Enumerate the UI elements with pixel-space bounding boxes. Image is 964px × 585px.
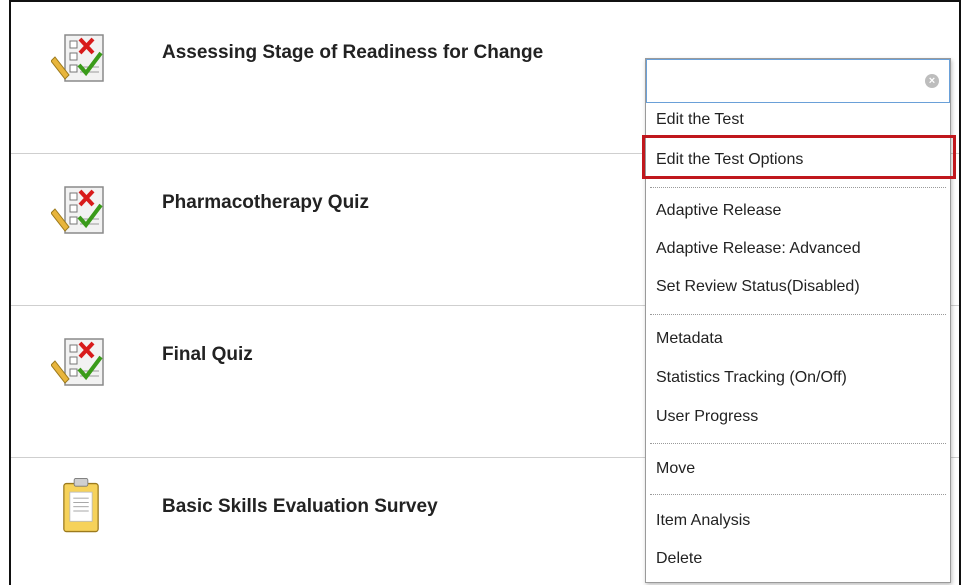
item-title[interactable]: Assessing Stage of Readiness for Change: [162, 42, 543, 64]
menu-search-input[interactable]: ×: [646, 59, 950, 103]
context-menu: × Edit the Test Edit the Test Options Ad…: [642, 58, 956, 583]
menu-divider: [650, 494, 946, 495]
menu-item-delete[interactable]: Delete: [646, 542, 950, 576]
menu-item-adaptive-release[interactable]: Adaptive Release: [646, 194, 950, 228]
menu-item-move[interactable]: Move: [646, 452, 950, 486]
item-title[interactable]: Basic Skills Evaluation Survey: [162, 496, 438, 518]
test-icon: [51, 186, 104, 234]
item-title[interactable]: Final Quiz: [162, 344, 253, 366]
test-icon: [51, 338, 104, 386]
item-title[interactable]: Pharmacotherapy Quiz: [162, 192, 369, 214]
menu-item-item-analysis[interactable]: Item Analysis: [646, 504, 950, 538]
menu-divider: [650, 314, 946, 315]
menu-divider: [650, 443, 946, 444]
clear-icon[interactable]: ×: [925, 74, 939, 88]
menu-item-user-progress[interactable]: User Progress: [646, 400, 950, 434]
highlight-box: [642, 135, 956, 179]
menu-item-edit-the-test[interactable]: Edit the Test: [646, 103, 950, 137]
menu-divider: [650, 187, 946, 188]
menu-item-statistics-tracking[interactable]: Statistics Tracking (On/Off): [646, 361, 950, 395]
menu-item-metadata[interactable]: Metadata: [646, 322, 950, 356]
menu-item-set-review-status[interactable]: Set Review Status(Disabled): [646, 270, 950, 304]
test-icon: [51, 34, 104, 82]
survey-icon: [63, 478, 99, 533]
content-list: Assessing Stage of Readiness for Change …: [9, 0, 961, 585]
menu-item-adaptive-release-advanced[interactable]: Adaptive Release: Advanced: [646, 232, 950, 266]
